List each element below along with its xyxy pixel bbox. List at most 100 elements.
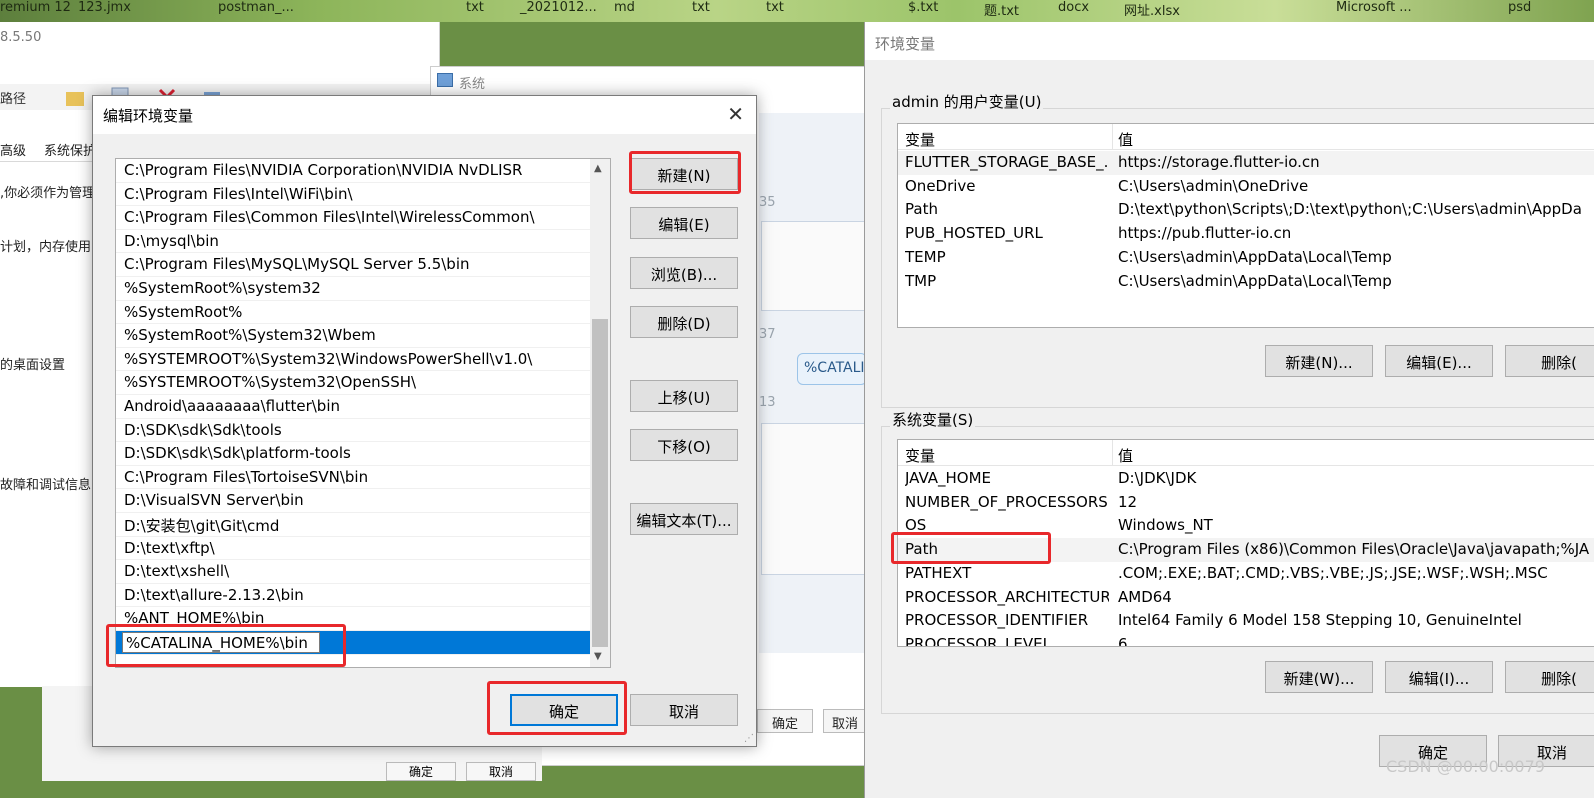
variable-name: PATHEXT	[905, 563, 972, 582]
column-header-value[interactable]: 值	[1118, 129, 1133, 150]
table-row[interactable]: PROCESSOR_ARCHITECTURE AMD64	[898, 586, 1594, 610]
move-down-button[interactable]: 下移(O)	[630, 429, 738, 461]
user-edit-button[interactable]: 编辑(E)...	[1385, 345, 1493, 377]
ok-button[interactable]: 确定	[757, 709, 813, 733]
catalina-chip: %CATALIN	[797, 353, 867, 385]
variable-value: C:\Users\admin\OneDrive	[1118, 176, 1309, 195]
scrollbar-thumb[interactable]	[592, 319, 608, 647]
path-edit-input[interactable]	[122, 632, 320, 653]
table-row[interactable]: Path C:\Program Files (x86)\Common Files\…	[898, 538, 1594, 562]
table-row[interactable]: Path D:\text\python\Scripts\;D:\text\pyth…	[898, 198, 1594, 222]
info-text: 的桌面设置	[0, 358, 66, 373]
list-item[interactable]: %SystemRoot%\System32\Wbem	[116, 324, 590, 348]
scroll-down-icon[interactable]: ▼	[594, 651, 602, 662]
variable-value: .COM;.EXE;.BAT;.CMD;.VBS;.VBE;.JS;.JSE;.…	[1118, 563, 1548, 582]
scroll-up-icon[interactable]: ▲	[594, 163, 602, 174]
desktop-item[interactable]: txt	[692, 0, 710, 15]
system-variables-table[interactable]: 变量 值 JAVA_HOME D:\JDK\JDK NUMBER_OF_PROCE…	[897, 439, 1594, 647]
path-list[interactable]: C:\Program Files\NVIDIA Corporation\NVID…	[115, 158, 611, 668]
list-item[interactable]: D:\text\xshell\	[116, 560, 590, 584]
info-text: ,你必须作为管理	[0, 186, 96, 201]
table-row[interactable]: OS Windows_NT	[898, 514, 1594, 538]
ok-button[interactable]: 确定	[510, 694, 618, 726]
line-number: 13	[759, 395, 776, 410]
user-new-button[interactable]: 新建(N)...	[1265, 345, 1373, 377]
system-edit-button[interactable]: 编辑(I)...	[1385, 661, 1493, 693]
desktop-item[interactable]: md	[614, 0, 635, 15]
desktop-item[interactable]: 网址.xlsx	[1124, 0, 1180, 19]
variable-name: NUMBER_OF_PROCESSORS	[905, 492, 1108, 511]
desktop-item[interactable]: $.txt	[908, 0, 938, 15]
user-variables-table[interactable]: 变量 值 FLUTTER_STORAGE_BASE_... https://sto…	[897, 123, 1594, 328]
edit-button[interactable]: 编辑(E)	[630, 207, 738, 239]
desktop-item[interactable]: psd	[1508, 0, 1531, 15]
variable-name: OneDrive	[905, 176, 976, 195]
variable-name: TEMP	[905, 247, 946, 266]
tab-system-protection[interactable]: 系统保护	[44, 140, 96, 159]
resize-grip-icon[interactable]: ⋰	[744, 733, 754, 744]
system-delete-button[interactable]: 删除(	[1505, 661, 1594, 693]
list-item[interactable]: C:\Program Files\TortoiseSVN\bin	[116, 466, 590, 490]
table-row[interactable]: PATHEXT .COM;.EXE;.BAT;.CMD;.VBS;.VBE;.JS…	[898, 562, 1594, 586]
table-row[interactable]: PUB_HOSTED_URL https://pub.flutter-io.cn	[898, 222, 1594, 246]
variable-value: https://storage.flutter-io.cn	[1118, 153, 1320, 171]
table-row[interactable]: JAVA_HOME D:\JDK\JDK	[898, 467, 1594, 491]
cancel-button[interactable]: 取消	[466, 762, 536, 781]
user-delete-button[interactable]: 删除(	[1505, 345, 1594, 377]
tab-advanced[interactable]: 高级	[0, 140, 26, 159]
edit-text-button[interactable]: 编辑文本(T)...	[630, 503, 738, 535]
desktop-item[interactable]: postman_...	[218, 0, 294, 15]
desktop-item[interactable]: txt	[766, 0, 784, 15]
table-row[interactable]: PROCESSOR_LEVEL 6	[898, 633, 1594, 647]
desktop-item[interactable]: 123.jmx	[78, 0, 131, 15]
table-row[interactable]: TEMP C:\Users\admin\AppData\Local\Temp	[898, 246, 1594, 270]
table-row[interactable]: NUMBER_OF_PROCESSORS 12	[898, 491, 1594, 515]
close-icon[interactable]: ✕	[727, 102, 744, 126]
variable-name: PUB_HOSTED_URL	[905, 224, 1043, 243]
list-item[interactable]: D:\SDK\sdk\Sdk\platform-tools	[116, 442, 590, 466]
desktop-item[interactable]: txt	[466, 0, 484, 15]
list-item[interactable]: D:\mysql\bin	[116, 230, 590, 254]
environment-variables-window: 环境变量 admin 的用户变量(U) 变量 值 FLUTTER_STORAGE…	[864, 22, 1594, 798]
list-item[interactable]: %SYSTEMROOT%\System32\OpenSSH\	[116, 371, 590, 395]
new-button[interactable]: 新建(N)	[630, 158, 738, 190]
browse-button[interactable]: 浏览(B)...	[630, 257, 738, 289]
ok-button[interactable]: 确定	[386, 762, 456, 781]
table-row[interactable]: TMP C:\Users\admin\AppData\Local\Temp	[898, 270, 1594, 294]
list-item[interactable]: C:\Program Files\Common Files\Intel\Wire…	[116, 206, 590, 230]
system-new-button[interactable]: 新建(W)...	[1265, 661, 1373, 693]
list-item[interactable]: %SystemRoot%\system32	[116, 277, 590, 301]
column-header-variable[interactable]: 变量	[905, 445, 935, 466]
column-header-value[interactable]: 值	[1118, 445, 1133, 466]
list-item[interactable]: %SYSTEMROOT%\System32\WindowsPowerShell\…	[116, 348, 590, 372]
delete-button[interactable]: 删除(D)	[630, 306, 738, 338]
list-item[interactable]: C:\Program Files\Intel\WiFi\bin\	[116, 183, 590, 207]
list-item[interactable]: Android\aaaaaaaa\flutter\bin	[116, 395, 590, 419]
variable-name: PROCESSOR_LEVEL	[905, 634, 1051, 647]
dialog-title: 编辑环境变量	[103, 107, 194, 125]
table-row[interactable]: FLUTTER_STORAGE_BASE_... https://storage.…	[898, 151, 1594, 175]
list-item[interactable]: D:\text\allure-2.13.2\bin	[116, 584, 590, 608]
list-item-editing[interactable]	[116, 631, 590, 655]
table-row[interactable]: PROCESSOR_IDENTIFIER Intel64 Family 6 Mod…	[898, 609, 1594, 633]
cancel-button[interactable]: 取消	[630, 694, 738, 726]
desktop-item[interactable]: remium 12	[0, 0, 71, 15]
list-item[interactable]: D:\SDK\sdk\Sdk\tools	[116, 419, 590, 443]
column-header-variable[interactable]: 变量	[905, 129, 935, 150]
cancel-button[interactable]: 取消	[823, 709, 867, 733]
table-row[interactable]: OneDrive C:\Users\admin\OneDrive	[898, 175, 1594, 199]
list-item[interactable]: D:\VisualSVN Server\bin	[116, 489, 590, 513]
list-scrollbar[interactable]: ▲ ▼	[590, 159, 610, 667]
list-item[interactable]: %ANT_HOME%\bin	[116, 607, 590, 631]
list-item[interactable]: %SystemRoot%	[116, 301, 590, 325]
list-item[interactable]: C:\Program Files\MySQL\MySQL Server 5.5\…	[116, 253, 590, 277]
desktop-item[interactable]: Microsoft ...	[1336, 0, 1412, 15]
list-item[interactable]: C:\Program Files\NVIDIA Corporation\NVID…	[116, 159, 590, 183]
desktop-item[interactable]: docx	[1058, 0, 1089, 15]
list-item[interactable]: D:\安装包\git\Git\cmd	[116, 513, 590, 537]
variable-name: PROCESSOR_ARCHITECTURE	[905, 587, 1109, 606]
list-item[interactable]: D:\text\xftp\	[116, 537, 590, 561]
desktop-item[interactable]: 题.txt	[984, 0, 1019, 19]
desktop-item[interactable]: _2021012...	[520, 0, 597, 15]
move-up-button[interactable]: 上移(U)	[630, 380, 738, 412]
